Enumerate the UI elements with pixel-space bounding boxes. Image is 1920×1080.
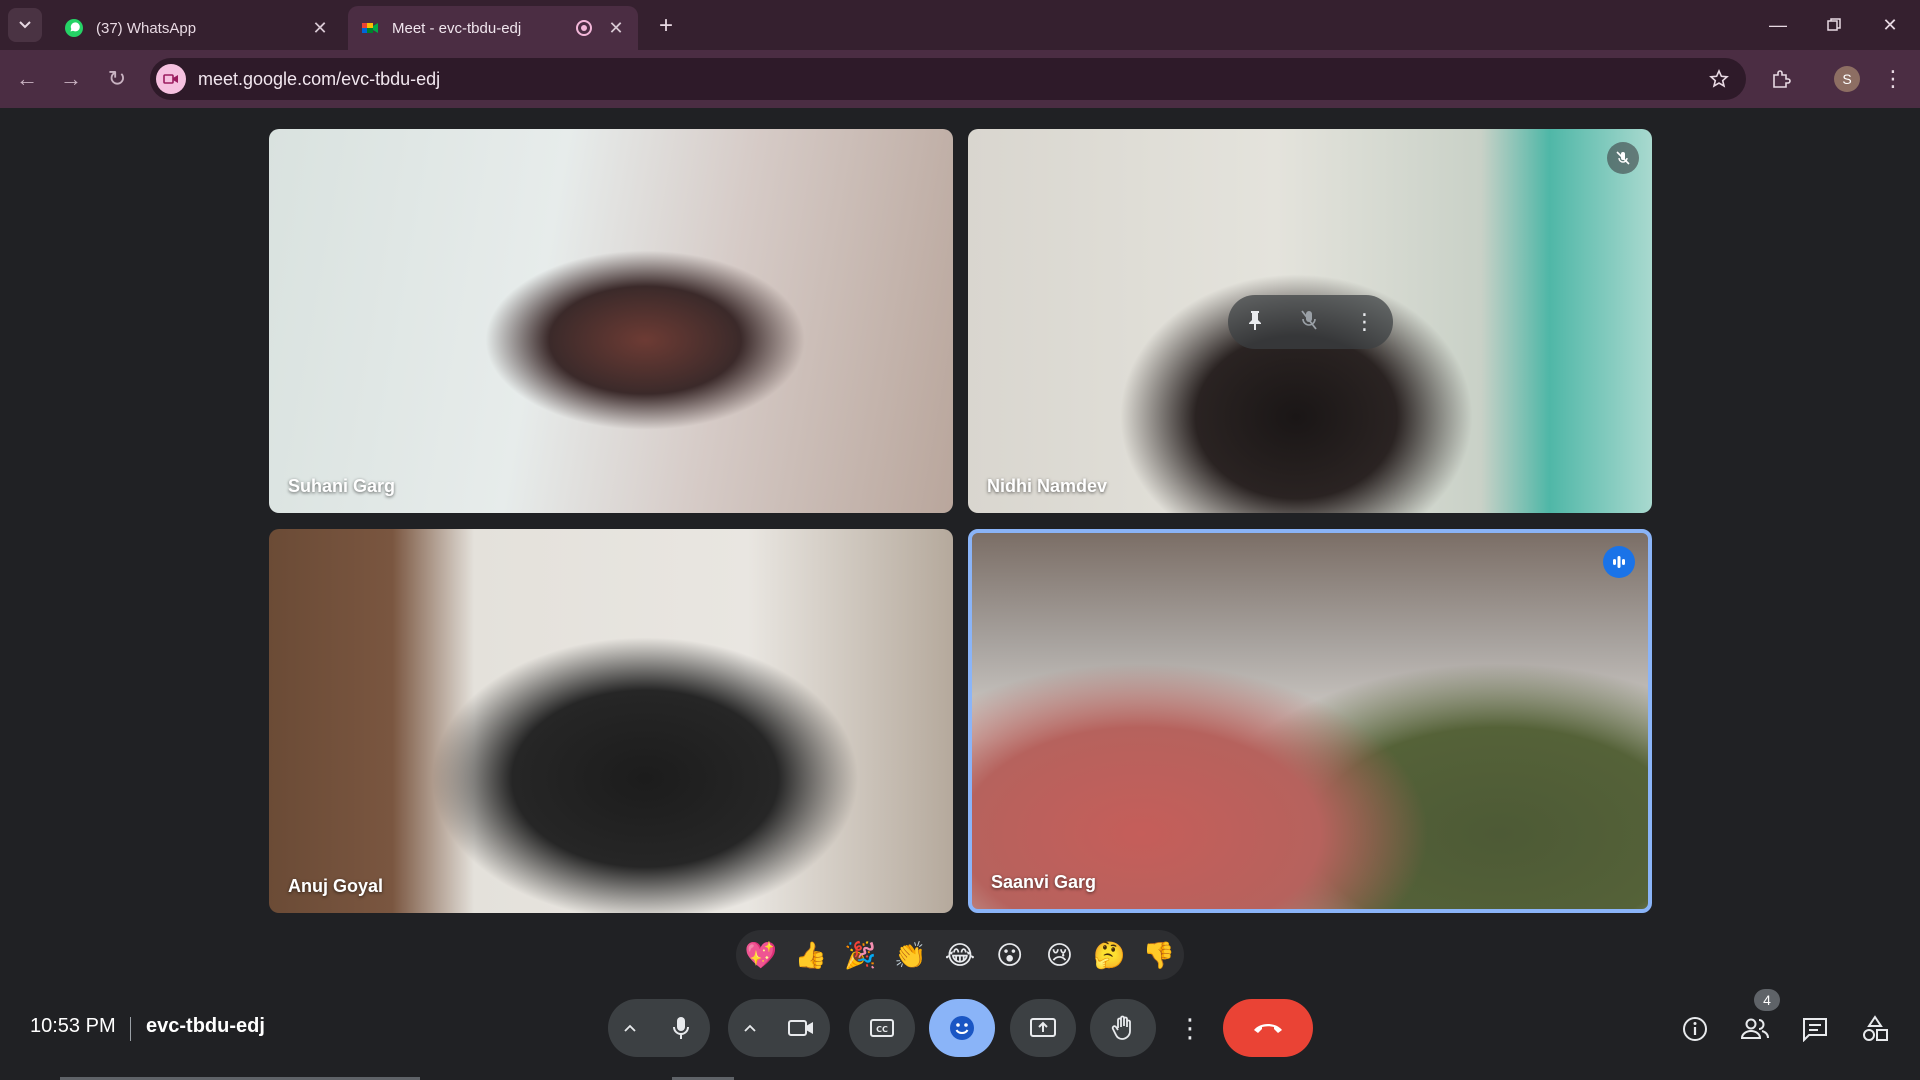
captions-icon: CC <box>870 1019 894 1037</box>
restore-icon[interactable] <box>1814 8 1854 42</box>
browser-toolbar: ← → ↻ meet.google.com/evc-tbdu-edj S ⋮ <box>0 50 1920 108</box>
pin-icon[interactable] <box>1246 309 1264 336</box>
microphone-button[interactable] <box>652 999 710 1057</box>
minimize-icon[interactable]: — <box>1758 8 1798 42</box>
close-tab-icon[interactable]: ✕ <box>604 16 628 40</box>
microphone-control <box>608 999 710 1057</box>
divider <box>130 1017 131 1041</box>
tab-meet[interactable]: Meet - evc-tbdu-edj ✕ <box>348 6 638 50</box>
smiley-icon <box>950 1016 974 1040</box>
mute-participant-icon[interactable] <box>1299 309 1319 336</box>
reaction-thinking[interactable]: 🤔 <box>1087 933 1131 977</box>
leave-call-button[interactable] <box>1223 999 1313 1057</box>
mic-off-icon <box>1607 142 1639 174</box>
participant-tile-nidhi[interactable]: ⋮ Nidhi Namdev <box>968 129 1652 513</box>
url-text: meet.google.com/evc-tbdu-edj <box>198 68 441 89</box>
reaction-clapping[interactable]: 👏 <box>888 933 932 977</box>
reaction-surprised[interactable]: 😮 <box>988 933 1032 977</box>
participant-tile-suhani[interactable]: Suhani Garg <box>269 129 953 513</box>
raise-hand-button[interactable] <box>1090 999 1156 1057</box>
svg-text:CC: CC <box>876 1025 888 1034</box>
present-icon <box>1030 1018 1056 1037</box>
browser-tab-bar: (37) WhatsApp ✕ Meet - evc-tbdu-edj ✕ + … <box>0 0 1920 50</box>
tile-hover-controls: ⋮ <box>1228 295 1393 349</box>
reaction-crying[interactable]: 😢 <box>1037 933 1081 977</box>
hang-up-icon <box>1254 1024 1282 1033</box>
reaction-thumbs-up[interactable]: 👍 <box>789 933 833 977</box>
emoji-reactions-button[interactable] <box>929 999 995 1057</box>
tab-whatsapp[interactable]: (37) WhatsApp ✕ <box>52 6 342 50</box>
recording-icon <box>576 20 592 36</box>
chevron-down-icon <box>19 21 31 29</box>
camera-button[interactable] <box>772 999 830 1057</box>
bookmark-star-icon[interactable] <box>1706 66 1732 92</box>
reload-icon[interactable]: ↻ <box>100 62 134 96</box>
participant-name: Saanvi Garg <box>991 872 1097 892</box>
microphone-icon <box>673 1017 689 1039</box>
address-bar[interactable]: meet.google.com/evc-tbdu-edj <box>150 58 1746 100</box>
reaction-laughing[interactable]: 😂 <box>938 933 982 977</box>
reactions-bar: 💖 👍 🎉 👏 😂 😮 😢 🤔 👎 <box>736 930 1184 980</box>
captions-button[interactable]: CC <box>849 999 915 1057</box>
people-icon[interactable] <box>1738 1012 1772 1046</box>
video-settings-chevron-icon[interactable] <box>728 1024 772 1032</box>
current-time: 10:53 PM <box>30 1015 116 1037</box>
tab-title: Meet - evc-tbdu-edj <box>392 19 522 37</box>
forward-icon[interactable]: → <box>54 62 88 96</box>
close-tab-icon[interactable]: ✕ <box>308 16 332 40</box>
close-window-icon[interactable]: ✕ <box>1870 8 1910 42</box>
participant-name: Anuj Goyal <box>288 876 384 896</box>
participant-name: Nidhi Namdev <box>987 476 1108 496</box>
tab-title: (37) WhatsApp <box>96 19 197 37</box>
more-options-button[interactable]: ⋮ <box>1172 999 1208 1057</box>
chat-icon[interactable] <box>1798 1012 1832 1046</box>
reaction-sparkling-heart[interactable]: 💖 <box>739 933 783 977</box>
profile-initial: S <box>1834 66 1860 92</box>
camera-icon <box>788 1020 813 1036</box>
extensions-icon[interactable] <box>1764 62 1798 96</box>
participant-tile-anuj[interactable]: Anuj Goyal <box>269 529 953 913</box>
meeting-details-icon[interactable] <box>1678 1012 1712 1046</box>
google-meet-icon <box>360 18 380 38</box>
reaction-party-popper[interactable]: 🎉 <box>838 933 882 977</box>
speaking-indicator-icon <box>1603 546 1635 578</box>
new-tab-button[interactable]: + <box>652 12 680 40</box>
site-info-icon[interactable] <box>156 64 186 94</box>
whatsapp-icon <box>64 18 84 38</box>
tab-search-button[interactable] <box>8 8 42 42</box>
activities-icon[interactable] <box>1858 1012 1892 1046</box>
audio-settings-chevron-icon[interactable] <box>608 1024 652 1032</box>
participant-name: Suhani Garg <box>288 476 396 496</box>
meeting-code: evc-tbdu-edj <box>146 1015 265 1037</box>
more-options-icon[interactable]: ⋮ <box>1354 309 1376 335</box>
hand-icon <box>1111 1015 1131 1040</box>
back-icon[interactable]: ← <box>10 62 44 96</box>
profile-avatar[interactable]: S <box>1830 62 1864 96</box>
present-screen-button[interactable] <box>1010 999 1076 1057</box>
browser-menu-icon[interactable]: ⋮ <box>1876 62 1910 96</box>
reaction-thumbs-down[interactable]: 👎 <box>1137 933 1181 977</box>
camera-control <box>728 999 830 1057</box>
people-count-badge: 4 <box>1754 989 1780 1011</box>
more-vert-icon: ⋮ <box>1177 1012 1203 1043</box>
participant-tile-saanvi[interactable]: Saanvi Garg <box>968 529 1652 913</box>
